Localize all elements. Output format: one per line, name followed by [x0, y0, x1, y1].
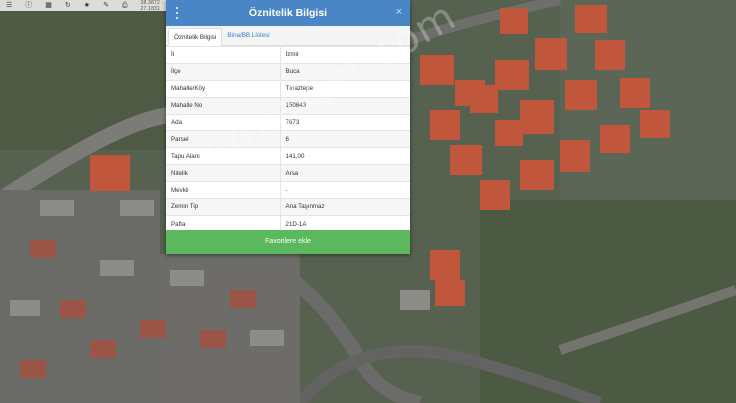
- refresh-icon[interactable]: ↻: [65, 2, 71, 10]
- attribute-key: Ada: [166, 113, 281, 131]
- tab-attribute-info[interactable]: Öznitelik Bilgisi: [168, 28, 223, 46]
- dialog-title: Öznitelik Bilgisi: [248, 7, 328, 19]
- attribute-key: İlçe: [166, 62, 281, 81]
- table-row: Mevkii -: [166, 181, 410, 199]
- coordinate-readout: 38.3872 · 27.1831: [140, 0, 164, 12]
- add-to-favorites-button[interactable]: Favorilere ekle: [166, 230, 410, 254]
- table-row: Nitelik Arsa: [166, 164, 410, 182]
- grid-icon[interactable]: ▦: [45, 2, 52, 10]
- table-row: İlçe Buca: [166, 62, 410, 81]
- attribute-key: Mevkii: [166, 181, 281, 199]
- layers-icon[interactable]: ☰: [6, 2, 12, 10]
- table-row: Mahalle No 150643: [166, 96, 410, 115]
- attribute-key: Mahalle No: [166, 96, 281, 115]
- attribute-value: Buca: [280, 62, 410, 81]
- attribute-key: Nitelik: [166, 164, 281, 182]
- print-icon[interactable]: ⎙: [122, 2, 128, 10]
- attribute-value: Tınaztepe: [280, 79, 410, 98]
- table-row: İl İzmir: [166, 46, 410, 64]
- table-row: Tapu Alanı 141,00: [166, 147, 410, 165]
- table-row: Ada 7673: [166, 113, 410, 131]
- attribute-value: Arsa: [280, 164, 410, 182]
- attribute-value: -: [280, 181, 410, 199]
- table-row: Parsel 6: [166, 130, 410, 148]
- attribute-key: İl: [166, 46, 281, 64]
- attribute-key: Zemin Tip: [166, 198, 281, 216]
- table-row: Mahalle/Köy Tınaztepe: [166, 79, 410, 98]
- attribute-key: Parsel: [166, 130, 281, 148]
- attribute-key: Mahalle/Köy: [166, 79, 281, 98]
- close-icon[interactable]: ×: [396, 6, 402, 18]
- pen-icon[interactable]: ✎: [103, 2, 109, 10]
- kebab-menu-icon[interactable]: [174, 7, 180, 19]
- attribute-table: İl İzmir İlçe Buca Mahalle/Köy Tınaztepe Mahal…: [166, 46, 410, 233]
- attribute-value: 141,00: [280, 147, 410, 165]
- attribute-value: İzmir: [280, 46, 410, 64]
- map-toolbar: ☰ ⓘ ▦ ↻ ★ ✎ ⎙ 38.3872 · 27.1831: [0, 0, 166, 12]
- star-icon[interactable]: ★: [84, 2, 90, 10]
- attribute-dialog: Öznitelik Bilgisi × Öznitelik Bilgisi Bi…: [166, 0, 410, 254]
- tab-building-list[interactable]: Bina/BB Listesi: [222, 27, 274, 45]
- attribute-value: Ana Taşınmaz: [280, 198, 410, 216]
- attribute-value: 150643: [280, 96, 410, 115]
- attribute-value: 6: [280, 130, 410, 148]
- table-row: Zemin Tip Ana Taşınmaz: [166, 198, 410, 216]
- info-icon[interactable]: ⓘ: [25, 2, 32, 10]
- dialog-header: Öznitelik Bilgisi ×: [166, 0, 410, 26]
- dialog-tabs: Öznitelik Bilgisi Bina/BB Listesi: [166, 26, 410, 46]
- attribute-value: 7673: [280, 113, 410, 131]
- attribute-key: Tapu Alanı: [166, 147, 281, 165]
